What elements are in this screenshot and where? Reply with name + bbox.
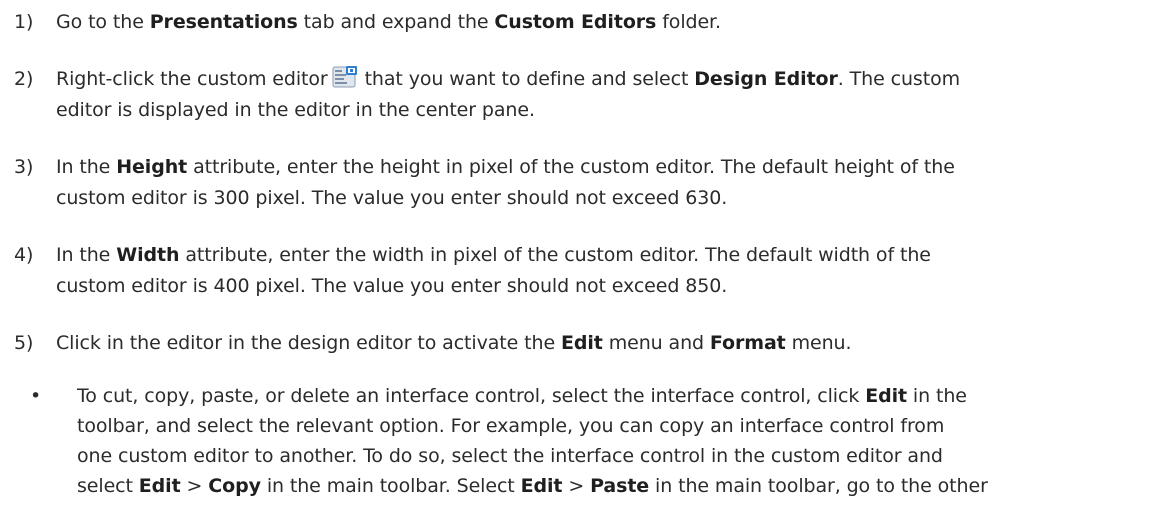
edit-menu-label: Edit [560,332,603,354]
bullet-text: To cut, copy, paste, or delete an interf… [77,385,988,497]
bullet-symbol: • [30,385,42,407]
step-number: 3) [14,156,34,178]
custom-editors-folder-label: Custom Editors [494,11,657,33]
step-text: Click in the editor in the design editor… [56,332,852,354]
step-number: 1) [14,11,34,33]
presentations-tab-label: Presentations [149,11,298,33]
step-text: In the Height attribute, enter the heigh… [56,156,955,209]
format-menu-label: Format [709,332,786,354]
step-text: Go to the Presentations tab and expand t… [56,11,721,33]
step-number: 5) [14,332,34,354]
step-text: Right-click the custom editor that you w… [56,64,1156,126]
design-editor-label: Design Editor [694,68,838,90]
step-number: 4) [14,244,34,266]
height-attribute-label: Height [116,156,188,178]
step-text: In the Width attribute, enter the width … [56,244,931,297]
step-number: 2) [14,68,34,90]
width-attribute-label: Width [116,244,180,266]
custom-editor-icon [332,65,358,89]
